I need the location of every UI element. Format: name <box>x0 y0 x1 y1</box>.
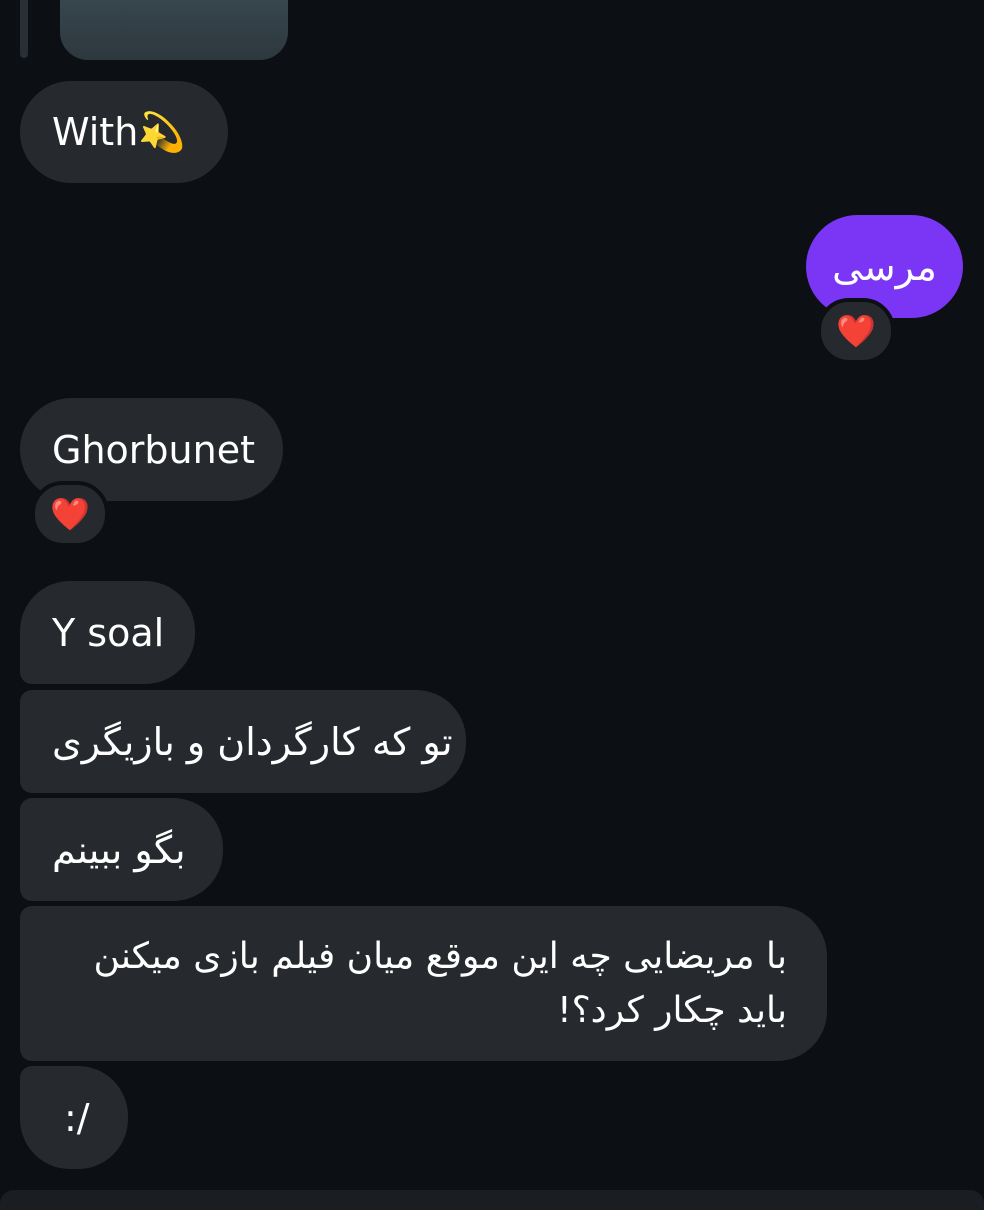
incoming-message-bubble[interactable]: With💫 <box>20 81 228 183</box>
incoming-message-bubble[interactable]: Y soal <box>20 581 195 684</box>
message-text: With💫 <box>52 110 186 154</box>
message-composer[interactable] <box>0 1190 984 1210</box>
reply-thread-indicator <box>20 0 28 58</box>
message-text: بگو ببینم <box>52 827 186 872</box>
heart-reaction-badge[interactable]: ❤️ <box>31 481 109 547</box>
incoming-message-bubble[interactable]: بگو ببینم <box>20 798 223 901</box>
heart-reaction-badge[interactable]: ❤️ <box>817 298 895 364</box>
red-heart-icon: ❤️ <box>836 312 876 350</box>
message-text-line-2: باید چکار کرد؟! <box>557 990 787 1031</box>
incoming-message-bubble[interactable]: با مریضایی چه این موقع میان فیلم بازی می… <box>20 906 827 1061</box>
outgoing-message-bubble[interactable]: مرسی <box>806 215 963 318</box>
message-text: Ghorbunet <box>52 427 255 472</box>
shared-media-preview[interactable] <box>60 0 288 60</box>
red-heart-icon: ❤️ <box>50 495 90 533</box>
message-text: مرسی <box>832 244 937 289</box>
message-text: Y soal <box>52 610 165 655</box>
message-text: :/ <box>64 1095 90 1140</box>
incoming-message-bubble[interactable]: :/ <box>20 1066 128 1169</box>
incoming-message-bubble[interactable]: تو که کارگردان و بازیگری <box>20 690 466 793</box>
message-text-line-1: با مریضایی چه این موقع میان فیلم بازی می… <box>93 936 788 977</box>
message-text: تو که کارگردان و بازیگری <box>52 719 453 764</box>
